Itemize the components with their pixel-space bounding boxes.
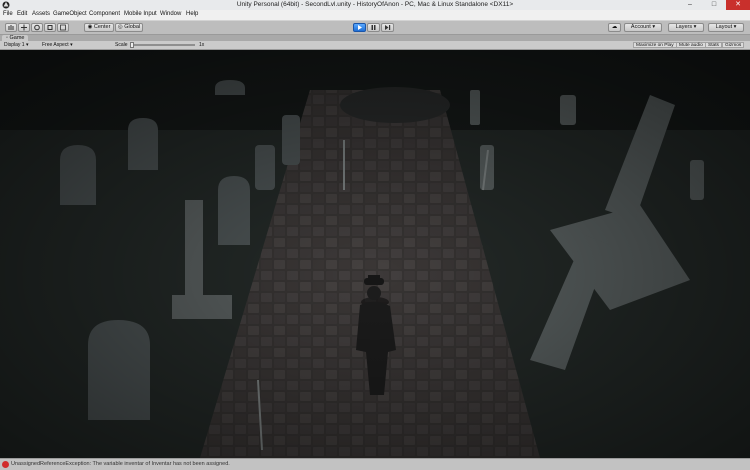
- close-button[interactable]: ✕: [726, 0, 750, 10]
- gizmos-dropdown[interactable]: Gizmos: [722, 42, 745, 48]
- scale-tool-button[interactable]: [44, 23, 56, 32]
- menu-file[interactable]: File: [3, 11, 13, 17]
- pause-button[interactable]: [367, 23, 380, 32]
- window-title: Unity Personal (64bit) - SecondLvl.unity…: [236, 1, 514, 8]
- global-toggle[interactable]: ◎ Global: [115, 23, 143, 32]
- menu-component[interactable]: Component: [89, 11, 120, 17]
- aspect-label: Free Aspect: [42, 42, 69, 48]
- layout-label: Layout: [715, 24, 733, 30]
- minimize-button[interactable]: –: [678, 0, 702, 10]
- game-viewport[interactable]: [0, 50, 750, 458]
- rect-icon: [60, 24, 66, 31]
- maximize-button[interactable]: □: [702, 0, 726, 10]
- layers-label: Layers: [675, 24, 693, 30]
- move-tool-button[interactable]: [18, 23, 30, 32]
- move-icon: [21, 24, 27, 31]
- center-label: Center: [93, 24, 111, 30]
- pivot-center-toggle[interactable]: ◉ Center: [84, 23, 114, 32]
- play-button[interactable]: [353, 23, 366, 32]
- game-control-bar: Display 1 ▾ Free Aspect ▾ Scale 1x Maxim…: [0, 41, 750, 50]
- rotate-icon: [34, 24, 40, 31]
- chevron-down-icon: ▾: [70, 42, 73, 48]
- menu-mobile-input[interactable]: Mobile Input: [124, 11, 157, 17]
- rotate-tool-button[interactable]: [31, 23, 43, 32]
- chevron-down-icon: ▾: [733, 24, 737, 30]
- chevron-down-icon: ▾: [652, 24, 656, 30]
- step-button[interactable]: [381, 23, 394, 32]
- scale-icon: [47, 25, 53, 30]
- menu-window[interactable]: Window: [160, 11, 181, 17]
- menu-edit[interactable]: Edit: [17, 11, 27, 17]
- hand-icon: [8, 25, 14, 30]
- layout-dropdown[interactable]: Layout ▾: [708, 23, 744, 32]
- status-bar[interactable]: UnassignedReferenceException: The variab…: [0, 458, 750, 470]
- rect-tool-button[interactable]: [57, 23, 69, 32]
- account-label: Account: [630, 24, 651, 30]
- step-icon: [385, 25, 391, 30]
- graveyard-scene: [0, 50, 750, 458]
- display-label: Display 1: [4, 42, 25, 48]
- menu-bar: File Edit Assets GameObject Component Mo…: [0, 10, 750, 21]
- cloud-button[interactable]: ☁: [608, 23, 621, 32]
- hand-tool-button[interactable]: [5, 23, 17, 32]
- scale-slider-handle[interactable]: [130, 42, 134, 48]
- scale-slider[interactable]: [130, 42, 195, 48]
- account-dropdown[interactable]: Account ▾: [624, 23, 662, 32]
- scale-label: Scale: [115, 42, 128, 48]
- menu-gameobject[interactable]: GameObject: [53, 11, 87, 17]
- scale-value: 1x: [199, 42, 205, 48]
- global-label: Global: [124, 24, 141, 30]
- mute-audio-toggle[interactable]: Mute audio: [676, 42, 706, 48]
- layers-dropdown[interactable]: Layers ▾: [668, 23, 704, 32]
- menu-help[interactable]: Help: [186, 11, 198, 17]
- aspect-dropdown[interactable]: Free Aspect ▾: [42, 41, 73, 49]
- error-icon: [2, 461, 9, 468]
- stats-toggle[interactable]: Stats: [705, 42, 722, 48]
- toolbar: ◉ Center ◎ Global ☁ Account ▾ Layers ▾ L…: [0, 21, 750, 35]
- menu-assets[interactable]: Assets: [32, 11, 50, 17]
- display-dropdown[interactable]: Display 1 ▾: [4, 41, 28, 49]
- chevron-down-icon: ▾: [693, 24, 697, 30]
- maximize-on-play-toggle[interactable]: Maximize on Play: [633, 42, 677, 48]
- console-error-message[interactable]: UnassignedReferenceException: The variab…: [11, 461, 230, 467]
- cloud-icon: ☁: [611, 24, 618, 30]
- play-icon: [358, 25, 362, 30]
- chevron-down-icon: ▾: [25, 42, 29, 48]
- pause-icon: [371, 25, 376, 30]
